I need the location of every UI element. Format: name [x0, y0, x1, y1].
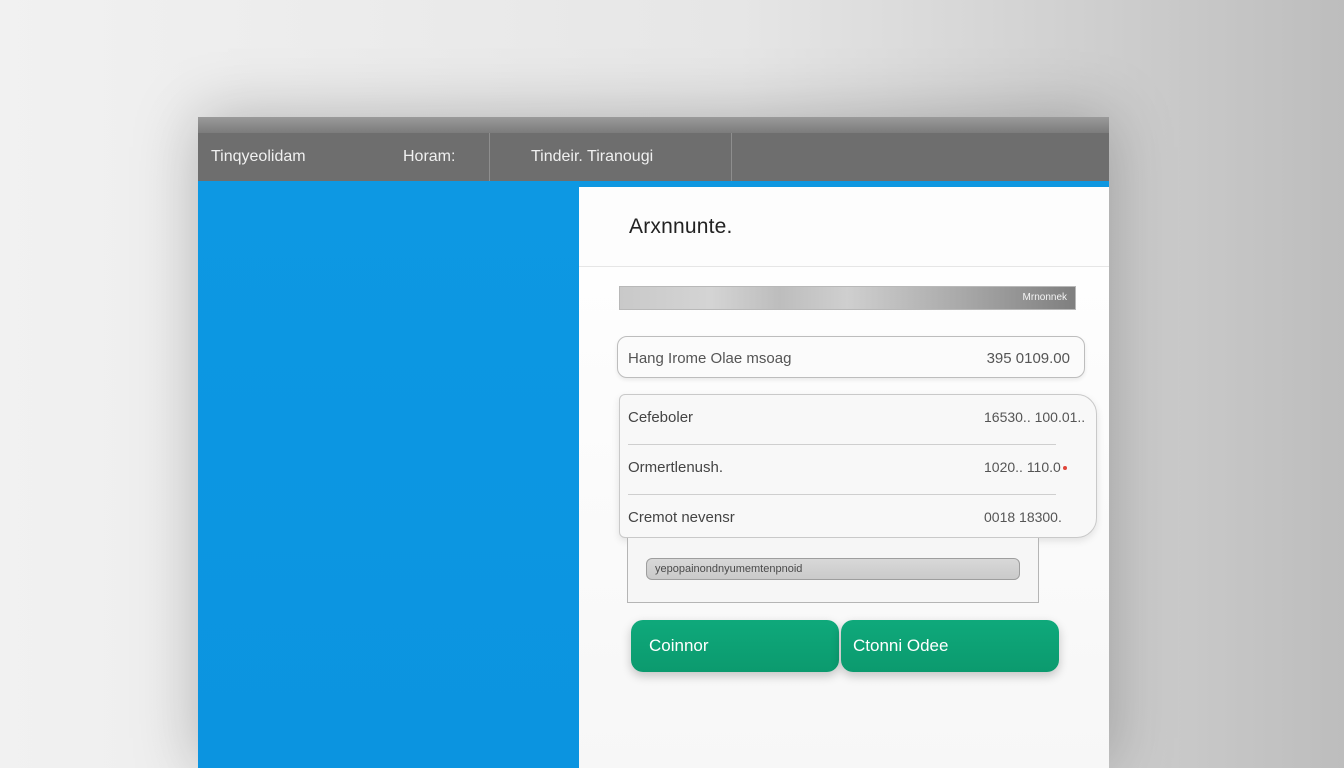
- list-item-value: 0018 18300.: [984, 509, 1062, 525]
- list-item[interactable]: Cefeboler 16530.. 100.01..: [628, 395, 1085, 445]
- list-item-label: Ormertlenush.: [628, 459, 724, 476]
- nav-separator: [731, 133, 732, 181]
- blue-side-panel: [198, 181, 579, 768]
- secondary-button-label: Ctonni Odee: [853, 636, 949, 655]
- progress-bar: Mrnonnek: [619, 286, 1076, 310]
- field-value: 395 0109.00: [986, 350, 1070, 367]
- list-item-label: Cefeboler: [628, 409, 694, 426]
- primary-button[interactable]: Coinnor: [631, 620, 839, 672]
- search-input[interactable]: yepopainondnyumemtenpnoid: [646, 558, 1020, 580]
- top-navbar: Tinqyeolidam Horam: Tindeir. Tiranougi: [198, 133, 1109, 181]
- primary-button-label: Coinnor: [649, 636, 709, 655]
- content-panel: Arxnnunte. Mrnonnek Hang Irome Olae msoa…: [579, 187, 1109, 768]
- search-container: yepopainondnyumemtenpnoid: [627, 538, 1039, 603]
- values-list: Cefeboler 16530.. 100.01.. Ormertlenush.…: [619, 394, 1097, 538]
- nav-item-tindeir[interactable]: Tindeir. Tiranougi: [531, 133, 653, 181]
- message-field[interactable]: Hang Irome Olae msoag 395 0109.00: [617, 336, 1085, 378]
- nav-item-horam[interactable]: Horam:: [403, 133, 455, 181]
- title-bar: [198, 117, 1109, 133]
- secondary-button[interactable]: Ctonni Odee: [841, 620, 1059, 672]
- progress-label: Mrnonnek: [1022, 292, 1067, 303]
- search-input-text: yepopainondnyumemtenpnoid: [655, 563, 803, 575]
- list-item[interactable]: Ormertlenush. 1020.. 110.0: [628, 445, 1067, 495]
- panel-header: Arxnnunte.: [579, 187, 1109, 267]
- field-label: Hang Irome Olae msoag: [628, 350, 792, 367]
- panel-title: Arxnnunte.: [629, 215, 733, 238]
- list-item-value: 16530.. 100.01..: [984, 409, 1086, 425]
- nav-item-home-brand[interactable]: Tinqyeolidam: [211, 133, 306, 181]
- alert-dot-icon: [1062, 466, 1067, 471]
- list-item-value: 1020.. 110.0: [984, 459, 1067, 475]
- app-window: Tinqyeolidam Horam: Tindeir. Tiranougi A…: [198, 117, 1109, 768]
- list-item-label: Cremot nevensr: [628, 509, 735, 526]
- nav-separator: [489, 133, 490, 181]
